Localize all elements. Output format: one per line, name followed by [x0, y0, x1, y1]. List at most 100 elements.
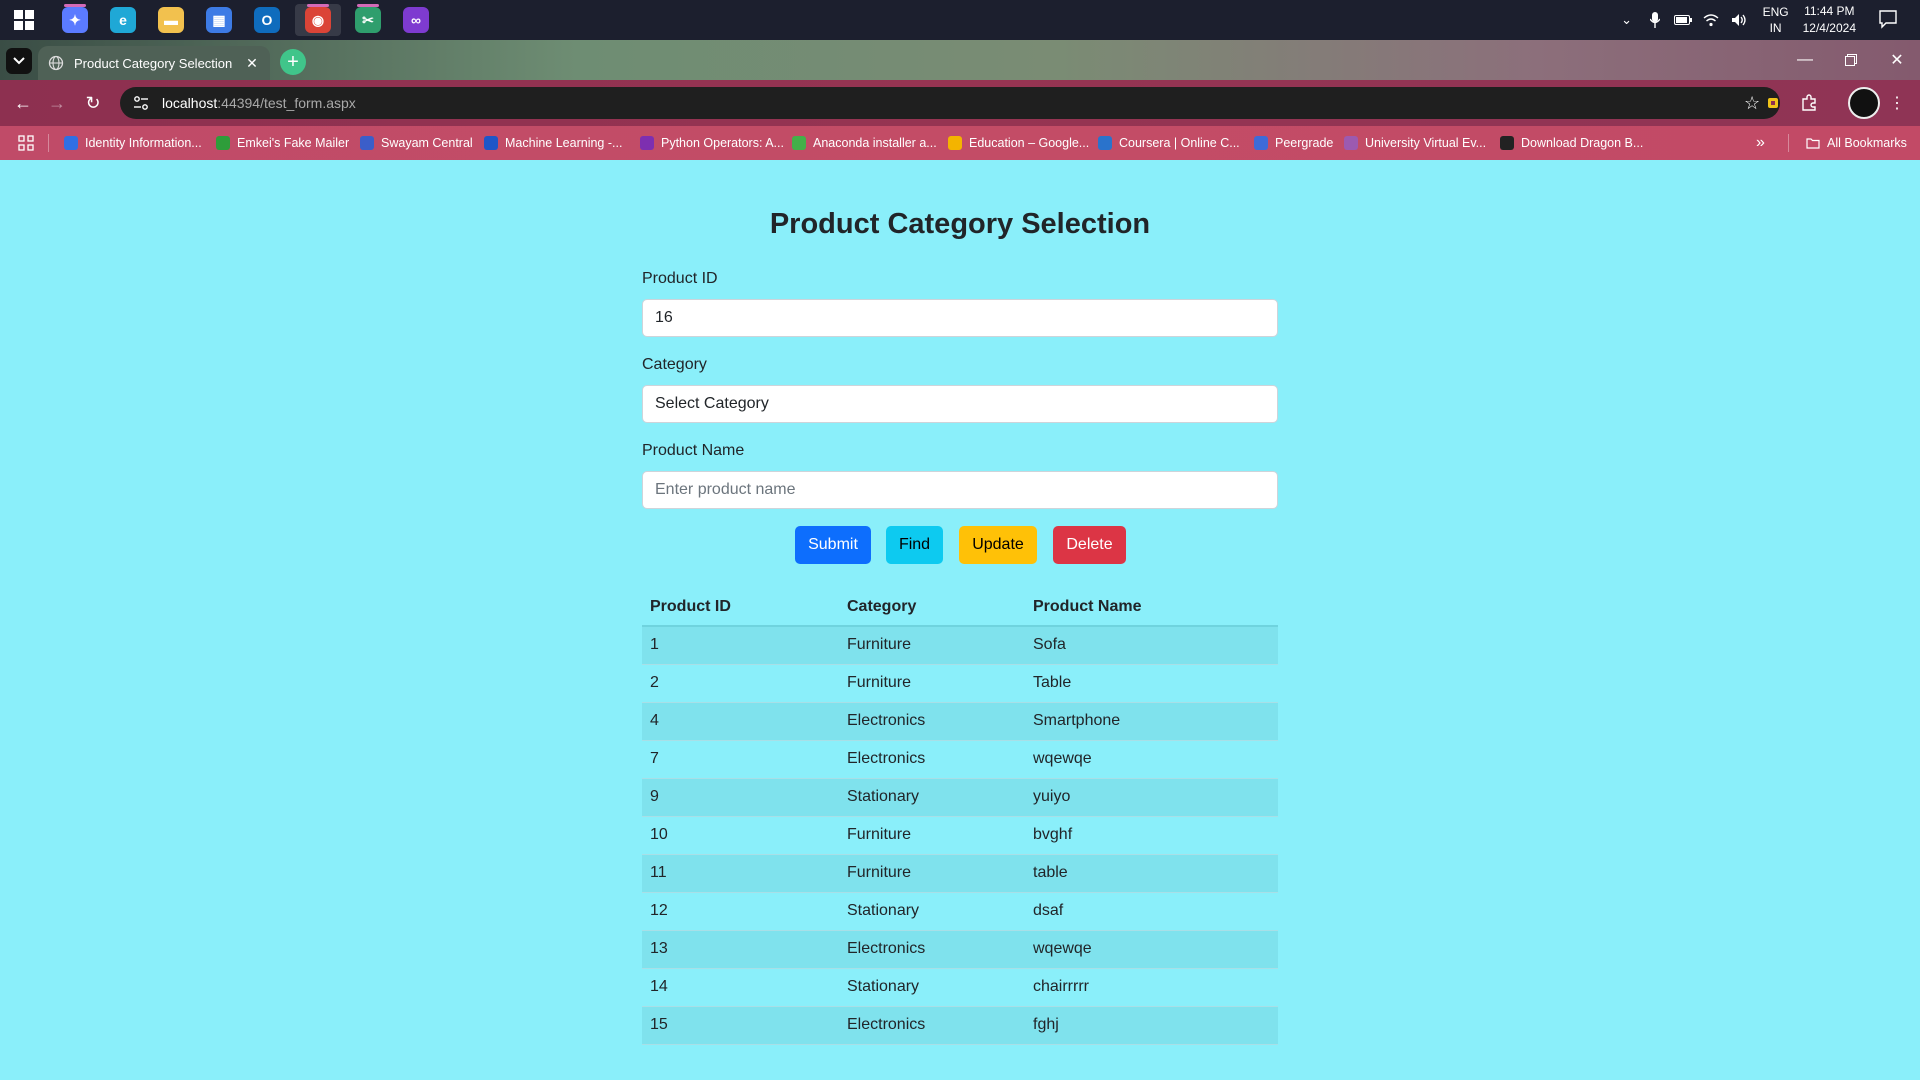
bookmark-item[interactable]: Identity Information...	[64, 126, 202, 160]
bookmark-favicon-icon	[1500, 136, 1514, 150]
close-window-icon[interactable]: ✕	[1874, 40, 1920, 80]
cell-category: Stationary	[839, 778, 1025, 817]
file-explorer-icon: ▬	[158, 7, 184, 33]
product-id-input[interactable]: 16	[642, 299, 1278, 337]
table-row: 14 Stationary chairrrrr	[642, 968, 1278, 1007]
windows-start-icon[interactable]	[10, 8, 38, 32]
bookmark-favicon-icon	[484, 136, 498, 150]
product-name-input[interactable]: Enter product name	[642, 471, 1278, 509]
copilot-icon: ✦	[62, 7, 88, 33]
bookmark-favicon-icon	[1344, 136, 1358, 150]
taskbar-app-visual-studio[interactable]: ∞	[393, 4, 439, 36]
new-tab-button[interactable]: +	[280, 49, 306, 75]
cell-product-id: 14	[642, 968, 839, 1007]
bookmark-item[interactable]: Download Dragon B...	[1500, 126, 1643, 160]
delete-button[interactable]: Delete	[1053, 526, 1126, 564]
menu-kebab-icon[interactable]: ⋮	[1884, 90, 1910, 116]
bookmark-favicon-icon	[792, 136, 806, 150]
language-code: ENG	[1762, 5, 1789, 19]
table-row: 2 Furniture Table	[642, 664, 1278, 703]
apps-grid-icon[interactable]	[18, 135, 34, 151]
update-button[interactable]: Update	[959, 526, 1037, 564]
bookmark-item[interactable]: Machine Learning -...	[484, 126, 622, 160]
bookmark-label: Coursera | Online C...	[1119, 136, 1240, 150]
system-tray: ⌄ ENG IN 11:44 PM 12/4/2024	[1613, 0, 1920, 40]
browser-toolbar: ← → ↻ localhost:44394/test_form.aspx ☆ ⋮	[0, 80, 1920, 126]
back-icon[interactable]: ←	[10, 90, 36, 116]
cell-product-id: 2	[642, 664, 839, 703]
more-bookmarks-icon[interactable]: »	[1756, 126, 1765, 160]
address-bar[interactable]: localhost:44394/test_form.aspx ☆	[120, 87, 1780, 119]
taskbar-app-edge[interactable]: e	[100, 4, 146, 36]
bookmark-favicon-icon	[948, 136, 962, 150]
cell-product-name: fghj	[1025, 1006, 1278, 1045]
bookmark-label: Peergrade	[1275, 136, 1334, 150]
battery-icon[interactable]	[1672, 9, 1694, 31]
tab-search-icon[interactable]	[6, 48, 32, 74]
cell-product-id: 10	[642, 816, 839, 855]
profile-avatar[interactable]	[1848, 87, 1880, 119]
chevron-up-icon[interactable]: ⌄	[1616, 9, 1638, 31]
running-indicator	[64, 4, 86, 7]
cell-category: Furniture	[839, 626, 1025, 665]
bookmark-item[interactable]: Swayam Central	[360, 126, 473, 160]
bookmark-label: Anaconda installer a...	[813, 136, 937, 150]
submit-button[interactable]: Submit	[795, 526, 871, 564]
microphone-icon[interactable]	[1644, 9, 1666, 31]
bookmark-item[interactable]: Education – Google...	[948, 126, 1089, 160]
taskbar-app-microsoft-store[interactable]: ▦	[196, 4, 242, 36]
cell-category: Furniture	[839, 816, 1025, 855]
product-id-value: 16	[655, 309, 673, 326]
bookmark-item[interactable]: Peergrade	[1254, 126, 1333, 160]
taskbar-app-copilot[interactable]: ✦	[52, 4, 98, 36]
browser-tab-active[interactable]: Product Category Selection ✕	[38, 46, 270, 80]
taskbar-app-chrome[interactable]: ◉	[295, 4, 341, 36]
cell-category: Electronics	[839, 702, 1025, 741]
extensions-puzzle-icon[interactable]	[1796, 90, 1822, 116]
bookmark-item[interactable]: University Virtual Ev...	[1344, 126, 1486, 160]
bookmark-item[interactable]: Coursera | Online C...	[1098, 126, 1240, 160]
taskbar-app-file-explorer[interactable]: ▬	[148, 4, 194, 36]
cell-product-name: wqewqe	[1025, 930, 1278, 969]
minimize-icon[interactable]: —	[1782, 40, 1828, 80]
restore-icon[interactable]	[1828, 40, 1874, 80]
column-header-product-id: Product ID	[642, 588, 839, 627]
reload-icon[interactable]: ↻	[80, 90, 106, 116]
category-select[interactable]: Select Category	[642, 385, 1278, 423]
cell-product-id: 12	[642, 892, 839, 931]
bookmark-item[interactable]: Python Operators: A...	[640, 126, 784, 160]
bookmark-item[interactable]: Emkei's Fake Mailer	[216, 126, 349, 160]
bookmark-favicon-icon	[640, 136, 654, 150]
bookmark-label: Python Operators: A...	[661, 136, 784, 150]
wifi-icon[interactable]	[1700, 9, 1722, 31]
clock-date: 12/4/2024	[1802, 21, 1856, 35]
all-bookmarks-folder[interactable]: All Bookmarks	[1806, 126, 1907, 160]
language-indicator[interactable]: ENG IN	[1763, 4, 1789, 36]
bookmark-item[interactable]: Anaconda installer a...	[792, 126, 937, 160]
site-info-icon[interactable]	[132, 94, 150, 112]
extension-badge-icon[interactable]	[1760, 90, 1786, 116]
bookmark-favicon-icon	[1254, 136, 1268, 150]
close-tab-icon[interactable]: ✕	[244, 55, 260, 71]
column-header-category: Category	[839, 588, 1025, 627]
taskbar-app-snipping-tool[interactable]: ✂	[345, 4, 391, 36]
bookmark-favicon-icon	[360, 136, 374, 150]
taskbar-app-outlook[interactable]: O	[244, 4, 290, 36]
table-row: 9 Stationary yuiyo	[642, 778, 1278, 817]
cell-category: Stationary	[839, 892, 1025, 931]
forward-icon[interactable]: →	[44, 90, 70, 116]
category-selected-value: Select Category	[655, 395, 769, 412]
table-row: 10 Furniture bvghf	[642, 816, 1278, 855]
page-title: Product Category Selection	[769, 208, 1151, 240]
cell-product-name: dsaf	[1025, 892, 1278, 931]
url-host: localhost	[162, 95, 218, 111]
find-button[interactable]: Find	[886, 526, 943, 564]
volume-icon[interactable]	[1728, 9, 1750, 31]
bookmark-label: Machine Learning -...	[505, 136, 623, 150]
clock[interactable]: 11:44 PM 12/4/2024	[1803, 3, 1856, 37]
category-label: Category	[642, 356, 707, 373]
table-row: 7 Electronics wqewqe	[642, 740, 1278, 779]
notification-icon[interactable]	[1878, 9, 1900, 31]
folder-icon	[1806, 136, 1820, 150]
tab-title: Product Category Selection	[74, 55, 233, 71]
